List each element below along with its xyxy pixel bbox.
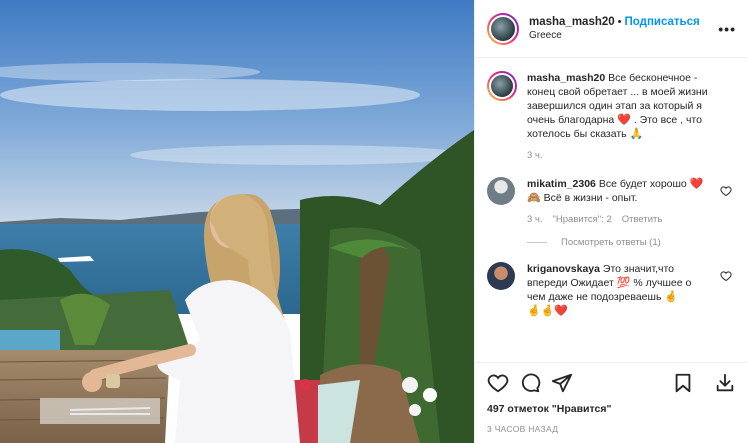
- comment-text-2: Всё в жизни - опыт.: [543, 192, 638, 204]
- like-heart-icon[interactable]: [487, 372, 509, 394]
- commenter-avatar[interactable]: [487, 177, 515, 205]
- share-send-icon[interactable]: [551, 372, 573, 394]
- author-username[interactable]: masha_mash20: [529, 16, 615, 28]
- post-timestamp[interactable]: 3 ЧАСОВ НАЗАД: [487, 424, 736, 434]
- comment-likes[interactable]: "Нравится": 2: [553, 213, 612, 227]
- more-horizontal-icon[interactable]: •••: [718, 21, 736, 37]
- caption-time[interactable]: 3 ч.: [527, 149, 543, 163]
- follow-button[interactable]: Подписаться: [625, 16, 700, 28]
- caption: masha_mash20 Все бесконечное - конец сво…: [487, 71, 736, 163]
- download-icon[interactable]: [714, 372, 736, 394]
- likes-count[interactable]: 497 отметок "Нравится": [487, 403, 736, 415]
- comment-emoji: 🤞: [664, 291, 679, 303]
- comment-username[interactable]: mikatim_2306: [527, 178, 596, 190]
- comment-emoji: 🤞🤞❤️: [527, 305, 569, 317]
- commenter-avatar[interactable]: [487, 262, 515, 290]
- instagram-post: masha_mash20 • Подписаться Greece ••• mash…: [0, 0, 748, 443]
- caption-emoji-pray: 🙏: [629, 128, 644, 140]
- bookmark-icon[interactable]: [672, 372, 694, 394]
- replies-divider: [527, 242, 547, 243]
- photo-scene: [0, 0, 474, 443]
- post-photo[interactable]: [0, 0, 474, 443]
- post-header: masha_mash20 • Подписаться Greece •••: [475, 0, 748, 58]
- comment-emoji: 💯: [616, 277, 631, 289]
- comment-text-1: Все будет хорошо: [598, 178, 687, 190]
- separator-dot: •: [617, 15, 622, 28]
- comment-item: mikatim_2306 Все будет хорошо ❤️🙈 Всё в …: [487, 177, 736, 227]
- comment-time[interactable]: 3 ч.: [527, 213, 543, 227]
- view-replies-label[interactable]: Посмотреть ответы (1): [561, 237, 661, 248]
- post-location[interactable]: Greece: [529, 29, 700, 43]
- heart-outline-icon[interactable]: [720, 185, 732, 197]
- post-actions: 497 отметок "Нравится" 3 ЧАСОВ НАЗАД: [475, 362, 748, 434]
- author-avatar[interactable]: [487, 12, 519, 45]
- comment-username[interactable]: kriganovskaya: [527, 263, 600, 275]
- comments-list[interactable]: masha_mash20 Все бесконечное - конец сво…: [475, 59, 748, 361]
- post-side-panel: masha_mash20 • Подписаться Greece ••• mash…: [474, 0, 748, 443]
- caption-avatar[interactable]: [487, 71, 517, 101]
- comment-item: kriganovskaya Это значит,что впереди Ожи…: [487, 262, 736, 318]
- comment-bubble-icon[interactable]: [519, 372, 541, 394]
- caption-emoji-heart: ❤️: [617, 114, 631, 126]
- reply-button[interactable]: Ответить: [622, 213, 663, 227]
- view-replies-button[interactable]: Посмотреть ответы (1): [527, 237, 736, 248]
- heart-outline-icon[interactable]: [720, 270, 732, 282]
- caption-username[interactable]: masha_mash20: [527, 72, 605, 84]
- action-icons: [487, 369, 736, 397]
